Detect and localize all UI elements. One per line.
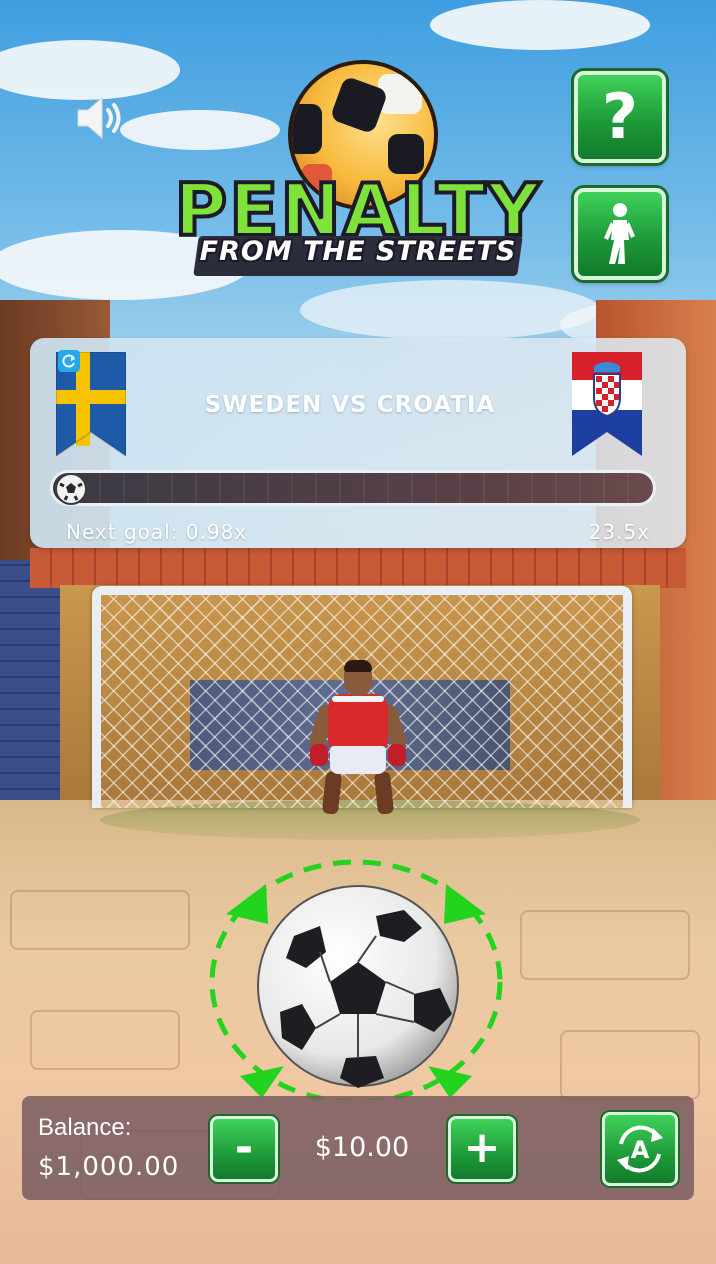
question-mark-icon: ? [602, 80, 638, 153]
bet-bar: Balance: $1,000.00 - $10.00 + A [22, 1096, 694, 1200]
balance-value: $1,000.00 [38, 1152, 180, 1182]
soccer-ball[interactable] [254, 882, 462, 1090]
game-logo: PENALTY FROM THE STREETS [168, 60, 548, 290]
game-subtitle: FROM THE STREETS [199, 236, 517, 267]
match-title: SWEDEN VS CROATIA [204, 392, 496, 418]
refresh-icon[interactable] [58, 350, 80, 372]
goalkeeper [307, 660, 409, 820]
auto-play-icon: A [617, 1125, 663, 1173]
bet-amount: $10.00 [314, 1132, 410, 1163]
sound-toggle-button[interactable] [72, 92, 128, 144]
player-button[interactable] [574, 188, 666, 280]
multiplier-progress-bar [50, 470, 656, 506]
max-multiplier-label: 23.5x [588, 520, 650, 544]
cloud [430, 0, 650, 50]
help-button[interactable]: ? [574, 71, 666, 163]
progress-ball-icon [55, 473, 87, 505]
auto-play-button[interactable]: A [602, 1112, 678, 1186]
decrease-bet-button[interactable]: - [210, 1116, 278, 1182]
increase-bet-button[interactable]: + [448, 1116, 516, 1182]
tiled-roof [30, 548, 686, 588]
croatia-flag-icon [572, 352, 642, 456]
walking-person-icon [604, 203, 635, 264]
next-goal-label: Next goal: 0.98x [66, 520, 248, 544]
match-panel: SWEDEN VS CROATIA Next goal: 0.98x 23.5x [30, 338, 686, 548]
svg-text:A: A [631, 1136, 650, 1164]
balance-label: Balance: [38, 1114, 132, 1141]
speaker-icon [77, 96, 121, 140]
